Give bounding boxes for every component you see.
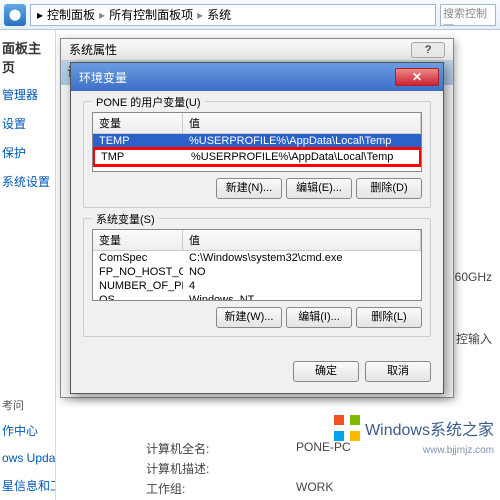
search-input[interactable]: 搜索控制面: [440, 4, 496, 26]
variable-row[interactable]: TMP %USERPROFILE%\AppData\Local\Temp: [92, 147, 422, 167]
column-header-name[interactable]: 变量: [93, 113, 183, 133]
environment-variables-dialog: 环境变量 ✕ PONE 的用户变量(U) 变量 值 TEMP %USERPROF…: [70, 62, 444, 394]
user-variables-group: PONE 的用户变量(U) 变量 值 TEMP %USERPROFILE%\Ap…: [83, 101, 431, 208]
breadcrumb-item: 系统: [205, 6, 233, 23]
watermark: Windows系统之家: [333, 414, 494, 442]
breadcrumb-item: 控制面板: [45, 6, 97, 23]
sidebar-link[interactable]: 作中心: [0, 416, 55, 445]
sidebar-item[interactable]: 管理器: [0, 80, 55, 109]
workgroup: WORK: [296, 480, 333, 494]
delete-button[interactable]: 删除(D): [356, 178, 422, 199]
dialog-title: 环境变量: [79, 69, 127, 86]
variable-row[interactable]: OSWindows_NT: [93, 293, 421, 301]
variable-row[interactable]: ComSpecC:\Windows\system32\cmd.exe: [93, 251, 421, 265]
new-button[interactable]: 新建(N)...: [216, 178, 282, 199]
close-icon[interactable]: ✕: [395, 68, 439, 86]
variable-row[interactable]: NUMBER_OF_PR…4: [93, 279, 421, 293]
user-variables-list[interactable]: 变量 值 TEMP %USERPROFILE%\AppData\Local\Te…: [92, 112, 422, 172]
sidebar-subtitle: 考问: [0, 394, 55, 416]
dialog-title: 系统属性: [69, 41, 117, 58]
sidebar-item[interactable]: 保护: [0, 138, 55, 167]
variable-row[interactable]: FP_NO_HOST_C…NO: [93, 265, 421, 279]
label-workgroup: 工作组:: [146, 480, 185, 497]
group-label: PONE 的用户变量(U): [92, 94, 205, 110]
system-variables-list[interactable]: 变量 值 ComSpecC:\Windows\system32\cmd.exe …: [92, 229, 422, 301]
nav-back-icon[interactable]: ⬤: [4, 4, 26, 26]
variable-row[interactable]: TEMP %USERPROFILE%\AppData\Local\Temp: [93, 134, 421, 148]
sidebar-link[interactable]: 星信息和工具: [0, 471, 55, 500]
edit-button[interactable]: 编辑(E)...: [286, 178, 352, 199]
column-header-value[interactable]: 值: [183, 230, 421, 250]
label-computer-name: 计算机全名:: [146, 440, 209, 457]
breadcrumb-item: 所有控制面板项: [107, 6, 195, 23]
ok-button[interactable]: 确定: [293, 361, 359, 382]
system-variables-group: 系统变量(S) 变量 值 ComSpecC:\Windows\system32\…: [83, 218, 431, 337]
windows-logo-icon: [333, 414, 361, 442]
control-panel-sidebar: 面板主页 管理器 设置 保护 系统设置 考问 作中心 ows Update 星信…: [0, 30, 56, 500]
group-label: 系统变量(S): [92, 211, 159, 227]
new-button[interactable]: 新建(W)...: [216, 307, 282, 328]
sidebar-link[interactable]: ows Update: [0, 445, 55, 471]
edit-button[interactable]: 编辑(I)...: [286, 307, 352, 328]
breadcrumb[interactable]: ▸ 控制面板 ▸ 所有控制面板项 ▸ 系统: [30, 4, 436, 26]
sidebar-item[interactable]: 设置: [0, 109, 55, 138]
delete-button[interactable]: 删除(L): [356, 307, 422, 328]
pen-info: 控输入: [456, 330, 492, 347]
computer-name: PONE-PC: [296, 440, 351, 454]
column-header-value[interactable]: 值: [183, 113, 421, 133]
sidebar-title: 面板主页: [0, 34, 55, 80]
label-computer-desc: 计算机描述:: [146, 460, 209, 477]
explorer-toolbar: ⬤ ▸ 控制面板 ▸ 所有控制面板项 ▸ 系统 搜索控制面: [0, 0, 500, 30]
column-header-name[interactable]: 变量: [93, 230, 183, 250]
cancel-button[interactable]: 取消: [365, 361, 431, 382]
watermark-url: www.bjjmjz.com: [423, 445, 494, 456]
help-button[interactable]: ?: [411, 42, 445, 58]
sidebar-item[interactable]: 系统设置: [0, 167, 55, 196]
